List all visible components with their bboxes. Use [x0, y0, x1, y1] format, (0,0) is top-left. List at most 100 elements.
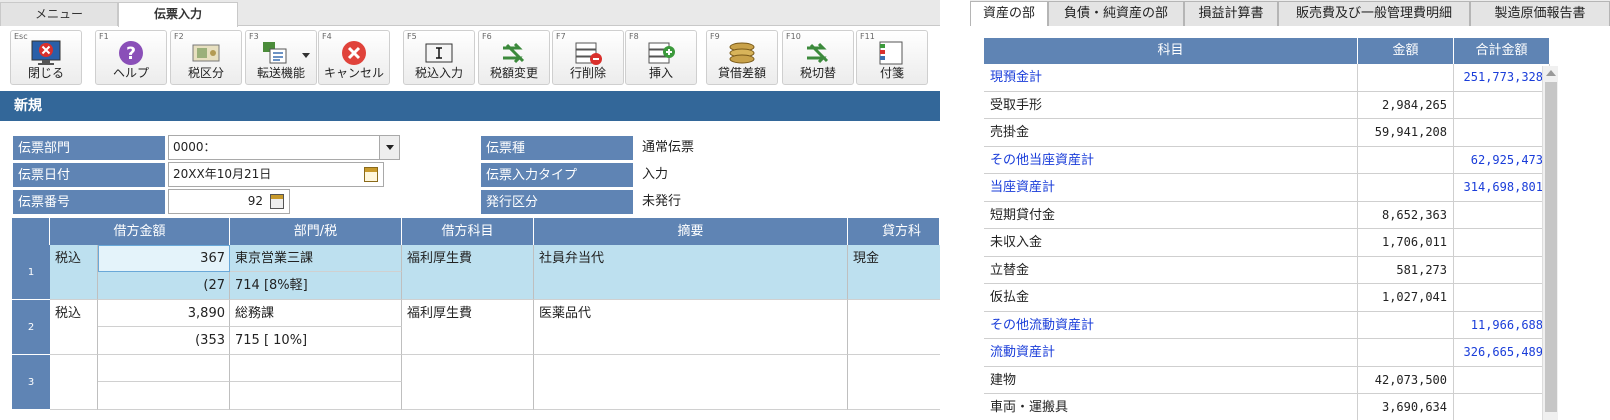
credit-account-cell[interactable] [848, 300, 940, 355]
tab-voucher-entry[interactable]: 伝票入力 [118, 2, 238, 27]
account-name-cell[interactable]: 未収入金 [984, 229, 1358, 257]
total-amount-cell[interactable] [1454, 229, 1550, 257]
tab-assets[interactable]: 資産の部 [970, 1, 1048, 26]
amount-cell[interactable]: 3,690,634 [1358, 394, 1454, 420]
memo-cell[interactable] [534, 355, 848, 410]
tax-switch-button[interactable]: F10 税切替 [782, 30, 854, 85]
calendar-icon[interactable] [364, 167, 378, 182]
account-name-cell[interactable]: 建物 [984, 366, 1358, 394]
row-number[interactable]: 1 [12, 245, 50, 300]
number-value: 92 [247, 194, 263, 208]
account-name-cell[interactable]: その他流動資産計 [984, 311, 1358, 339]
amount-cell[interactable] [1358, 64, 1454, 92]
amount-cell[interactable] [1358, 339, 1454, 367]
total-amount-cell[interactable] [1454, 394, 1550, 420]
memo-cell[interactable]: 社員弁当代 [534, 245, 848, 300]
svg-text:?: ? [126, 44, 136, 64]
credit-account-cell[interactable] [848, 355, 940, 410]
tax-code-cell[interactable]: 714 [8%軽] [230, 272, 402, 300]
amount-cell[interactable]: 8,652,363 [1358, 201, 1454, 229]
dept-cell[interactable] [230, 355, 402, 382]
account-name-cell[interactable]: 仮払金 [984, 284, 1358, 312]
tab-liabilities-equity[interactable]: 負債・純資産の部 [1048, 1, 1184, 26]
total-amount-cell[interactable] [1454, 91, 1550, 119]
account-name-cell[interactable]: 短期貸付金 [984, 201, 1358, 229]
total-amount-cell[interactable]: 11,966,688 [1454, 311, 1550, 339]
vertical-scrollbar[interactable] [1542, 66, 1558, 420]
total-amount-cell[interactable] [1454, 284, 1550, 312]
debit-amount-cell[interactable] [98, 355, 230, 382]
chevron-down-icon[interactable] [379, 136, 399, 159]
debit-account-cell[interactable] [402, 355, 534, 410]
total-amount-cell[interactable] [1454, 119, 1550, 147]
amount-cell[interactable] [1358, 146, 1454, 174]
tab-manufacturing-cost[interactable]: 製造原価報告書 [1470, 1, 1610, 26]
debit-account-cell[interactable]: 福利厚生費 [402, 300, 534, 355]
tax-code-cell[interactable] [230, 382, 402, 410]
account-name-cell[interactable]: 売掛金 [984, 119, 1358, 147]
calculator-icon[interactable] [270, 194, 284, 209]
total-amount-cell[interactable]: 326,665,489 [1454, 339, 1550, 367]
credit-account-cell[interactable]: 現金 [848, 245, 940, 300]
insert-row-button[interactable]: F8 挿入 [625, 30, 697, 85]
account-name-cell[interactable]: 流動資産計 [984, 339, 1358, 367]
tax-inclusive-input-button[interactable]: F5 税込入力 [403, 30, 475, 85]
dept-select[interactable]: 0000： [168, 135, 400, 160]
tab-income-statement[interactable]: 損益計算書 [1184, 1, 1278, 26]
memo-cell[interactable]: 医薬品代 [534, 300, 848, 355]
debit-account-cell[interactable]: 福利厚生費 [402, 245, 534, 300]
delete-row-button[interactable]: F7 行削除 [552, 30, 624, 85]
total-amount-cell[interactable] [1454, 201, 1550, 229]
total-amount-cell[interactable] [1454, 366, 1550, 394]
debit-amount-input[interactable]: 367 [98, 245, 230, 272]
scrollbar-thumb[interactable] [1545, 82, 1557, 412]
balance-difference-button[interactable]: F9 貸借差額 [706, 30, 778, 85]
account-name-cell[interactable]: 受取手形 [984, 91, 1358, 119]
account-name-cell[interactable]: 車両・運搬具 [984, 394, 1358, 420]
cancel-icon [342, 41, 366, 65]
dept-cell[interactable]: 総務課 [230, 300, 402, 327]
transfer-button[interactable]: F3 転送機能 [245, 30, 317, 85]
dept-cell[interactable]: 東京営業三課 [230, 245, 402, 272]
tab-menu[interactable]: メニュー [0, 2, 118, 26]
amount-cell[interactable]: 42,073,500 [1358, 366, 1454, 394]
total-amount-cell[interactable] [1454, 256, 1550, 284]
cancel-button[interactable]: F4 キャンセル [318, 30, 390, 85]
tax-category-button[interactable]: F2 税区分 [170, 30, 242, 85]
issue-value: 未発行 [642, 194, 682, 209]
date-field[interactable]: 20XX年10月21日 [168, 162, 384, 187]
row-insert-icon [648, 42, 675, 64]
mode-title: 新規 [0, 91, 940, 121]
amount-cell[interactable] [1358, 311, 1454, 339]
account-name-cell[interactable]: 立替金 [984, 256, 1358, 284]
total-amount-cell[interactable]: 62,925,473 [1454, 146, 1550, 174]
account-name-cell[interactable]: 当座資産計 [984, 174, 1358, 202]
account-name-cell[interactable]: その他当座資産計 [984, 146, 1358, 174]
debit-amount-cell[interactable]: 3,890 [98, 300, 230, 327]
sticky-note-icon [879, 41, 903, 65]
account-name-cell[interactable]: 現預金計 [984, 64, 1358, 92]
amount-cell[interactable]: 2,984,265 [1358, 91, 1454, 119]
balance-sheet-window: 資産の部 負債・純資産の部 損益計算書 販売費及び一般管理費明細 製造原価報告書… [970, 0, 1610, 420]
total-amount-cell[interactable]: 251,773,328 [1454, 64, 1550, 92]
scroll-up-icon[interactable] [1546, 70, 1556, 76]
row-number[interactable]: 3 [12, 355, 50, 410]
row-number[interactable]: 2 [12, 300, 50, 355]
tax-mode-cell[interactable] [50, 355, 98, 410]
total-amount-cell[interactable]: 314,698,801 [1454, 174, 1550, 202]
header-amount: 金額 [1358, 38, 1454, 64]
number-field[interactable]: 92 [168, 189, 290, 214]
tax-mode-cell[interactable]: 税込 [50, 245, 98, 300]
sticky-note-button[interactable]: F11 付箋 [856, 30, 928, 85]
amount-cell[interactable] [1358, 174, 1454, 202]
tax-code-cell[interactable]: 715 [ 10%] [230, 327, 402, 355]
amount-cell[interactable]: 59,941,208 [1358, 119, 1454, 147]
amount-cell[interactable]: 1,027,041 [1358, 284, 1454, 312]
tax-amount-change-button[interactable]: F6 税額変更 [478, 30, 550, 85]
close-button[interactable]: Esc 閉じる [10, 30, 82, 85]
amount-cell[interactable]: 1,706,011 [1358, 229, 1454, 257]
amount-cell[interactable]: 581,273 [1358, 256, 1454, 284]
help-button[interactable]: F1 ? ヘルプ [95, 30, 167, 85]
tax-mode-cell[interactable]: 税込 [50, 300, 98, 355]
tab-sga-details[interactable]: 販売費及び一般管理費明細 [1278, 1, 1470, 26]
